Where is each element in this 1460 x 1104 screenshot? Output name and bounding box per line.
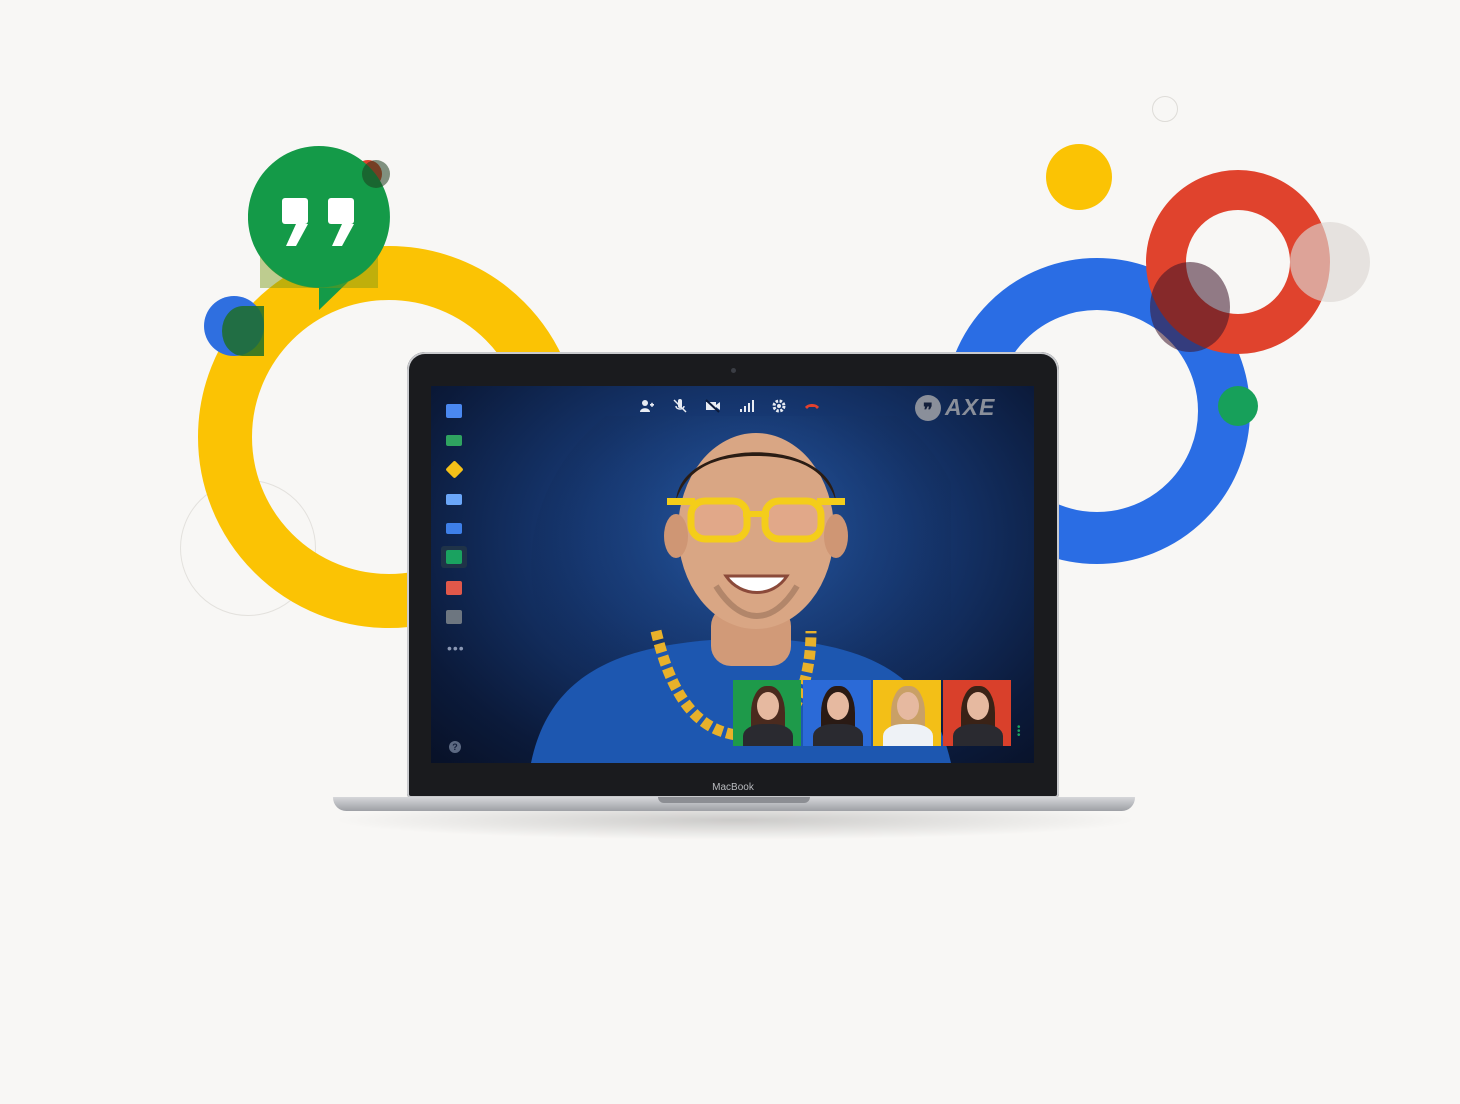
messages-icon[interactable] xyxy=(441,546,467,568)
screenshare-icon[interactable] xyxy=(441,429,467,451)
participants-more-icon[interactable]: • • • xyxy=(1017,723,1021,741)
help-icon[interactable]: ? xyxy=(449,741,461,753)
laptop-brand-label: MacBook xyxy=(712,782,754,793)
sidebar-more-icon[interactable]: ••• xyxy=(447,640,465,656)
decor-grey-dot xyxy=(1290,222,1370,302)
participant-shirt xyxy=(883,724,933,746)
decor-yellow-dot xyxy=(1046,144,1112,210)
participant-thumbnail[interactable] xyxy=(873,680,941,746)
hang-up-icon[interactable] xyxy=(804,398,820,414)
participant-face xyxy=(967,692,989,720)
video-icon[interactable] xyxy=(441,517,467,539)
participant-strip xyxy=(733,680,1011,746)
participant-face xyxy=(757,692,779,720)
brand-text: AXE xyxy=(945,394,996,420)
decor-overlap xyxy=(1150,262,1230,352)
participant-face xyxy=(897,692,919,720)
participant-shirt xyxy=(953,724,1003,746)
video-off-icon[interactable] xyxy=(705,398,721,414)
laptop-notch xyxy=(658,797,810,803)
decor-green-dot xyxy=(1218,386,1258,426)
hangouts-quote-icon: ❞ xyxy=(915,394,941,421)
participant-thumbnail[interactable] xyxy=(803,680,871,746)
brand-logo: ❞ AXE xyxy=(915,394,995,421)
call-toolbar xyxy=(639,398,820,414)
webcam-icon xyxy=(731,368,736,373)
mute-mic-icon[interactable] xyxy=(672,398,688,414)
decor-thin-circle xyxy=(1152,96,1178,122)
chat-icon[interactable] xyxy=(441,400,467,422)
hangouts-logo-icon xyxy=(248,146,390,310)
add-person-icon[interactable] xyxy=(639,398,655,414)
apps-icon[interactable] xyxy=(441,606,467,628)
participant-thumbnail[interactable] xyxy=(733,680,801,746)
tag-icon[interactable] xyxy=(441,458,467,480)
participant-face xyxy=(827,692,849,720)
camera-icon[interactable] xyxy=(441,488,467,510)
video-call-screen: ••• ? ❞ AXE • • • xyxy=(431,386,1034,763)
decor-overlap xyxy=(222,306,264,356)
settings-icon[interactable] xyxy=(771,398,787,414)
participant-shirt xyxy=(813,724,863,746)
signal-icon[interactable] xyxy=(738,398,754,414)
toolbox-icon[interactable] xyxy=(441,577,467,599)
participant-shirt xyxy=(743,724,793,746)
participant-thumbnail[interactable] xyxy=(943,680,1011,746)
